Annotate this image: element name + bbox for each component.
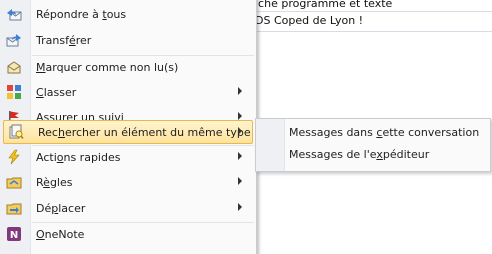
menu-item-categorize[interactable]: Classer	[2, 81, 252, 103]
menu-item-reply-all[interactable]: Répondre à tous	[2, 3, 252, 25]
submenu-arrow-icon	[238, 152, 242, 160]
find-related-submenu: Messages dans cette conversation Message…	[255, 118, 491, 172]
submenu-item-label: Messages de l'expéditeur	[289, 148, 430, 161]
submenu-item-label: Messages dans cette conversation	[289, 126, 480, 139]
menu-item-label: Répondre à tous	[36, 7, 127, 21]
lightning-icon	[6, 149, 22, 165]
svg-text:N: N	[10, 230, 18, 241]
menu-item-find-related[interactable]: Rechercher un élément du même type	[3, 120, 253, 144]
submenu-arrow-icon	[238, 177, 242, 185]
reply-all-icon	[6, 6, 22, 22]
context-menu: Répondre à tous Transférer Marquer comme…	[0, 0, 257, 254]
submenu-arrow-icon	[238, 203, 242, 211]
menu-item-label: Transférer	[36, 33, 92, 47]
menu-item-label: Actions rapides	[36, 150, 121, 164]
submenu-arrow-icon	[238, 127, 242, 135]
row-divider	[255, 11, 492, 12]
menu-item-label: Classer	[36, 85, 77, 99]
menu-item-label: OneNote	[36, 227, 85, 241]
menu-item-label: Règles	[36, 175, 73, 189]
menu-item-label: Marquer comme non lu(s)	[36, 60, 179, 74]
rules-icon	[6, 174, 22, 190]
menu-item-label: Rechercher un élément du même type	[38, 125, 251, 139]
menu-item-quick-steps[interactable]: Actions rapides	[2, 146, 252, 168]
submenu-item-sender[interactable]: Messages de l'expéditeur	[258, 144, 488, 166]
menu-item-mark-unread[interactable]: Marquer comme non lu(s)	[2, 56, 252, 78]
menu-item-label: Déplacer	[36, 201, 86, 215]
forward-icon	[6, 32, 22, 48]
menu-item-move[interactable]: Déplacer	[2, 197, 252, 219]
message-row-subject[interactable]: iche programme et texte	[255, 0, 492, 10]
submenu-arrow-icon	[238, 87, 242, 95]
message-row-subject[interactable]: DS Coped de Lyon !	[255, 14, 492, 27]
mark-unread-icon	[6, 59, 22, 75]
submenu-arrow-icon	[238, 112, 242, 120]
onenote-icon: N	[6, 226, 22, 242]
move-icon	[6, 200, 22, 216]
categorize-icon	[6, 84, 22, 100]
menu-item-onenote[interactable]: N OneNote	[2, 223, 252, 245]
find-related-icon	[8, 124, 24, 140]
menu-item-forward[interactable]: Transférer	[2, 29, 252, 51]
menu-item-rules[interactable]: Règles	[2, 171, 252, 193]
row-divider	[255, 31, 492, 32]
submenu-item-conversation[interactable]: Messages dans cette conversation	[258, 122, 488, 144]
